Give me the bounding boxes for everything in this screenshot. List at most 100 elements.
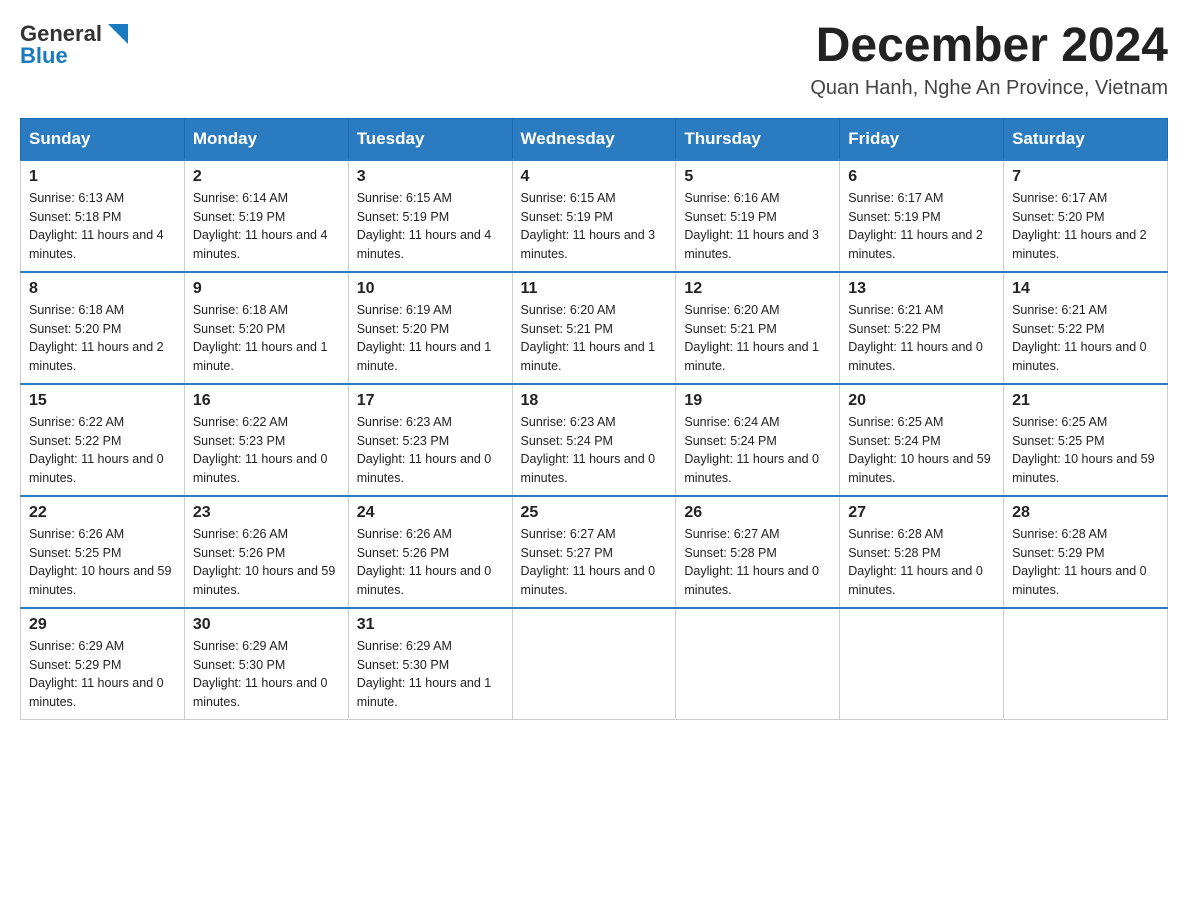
day-number: 11 bbox=[521, 280, 668, 298]
day-number: 4 bbox=[521, 168, 668, 186]
calendar-cell: 29 Sunrise: 6:29 AM Sunset: 5:29 PM Dayl… bbox=[21, 608, 185, 720]
calendar-cell: 27 Sunrise: 6:28 AM Sunset: 5:28 PM Dayl… bbox=[840, 496, 1004, 608]
calendar-cell: 1 Sunrise: 6:13 AM Sunset: 5:18 PM Dayli… bbox=[21, 160, 185, 272]
calendar-cell: 22 Sunrise: 6:26 AM Sunset: 5:25 PM Dayl… bbox=[21, 496, 185, 608]
day-info: Sunrise: 6:27 AM Sunset: 5:27 PM Dayligh… bbox=[521, 525, 668, 600]
day-info: Sunrise: 6:21 AM Sunset: 5:22 PM Dayligh… bbox=[1012, 301, 1159, 376]
day-number: 13 bbox=[848, 280, 995, 298]
day-info: Sunrise: 6:27 AM Sunset: 5:28 PM Dayligh… bbox=[684, 525, 831, 600]
day-info: Sunrise: 6:14 AM Sunset: 5:19 PM Dayligh… bbox=[193, 189, 340, 264]
day-info: Sunrise: 6:23 AM Sunset: 5:24 PM Dayligh… bbox=[521, 413, 668, 488]
col-header-friday: Friday bbox=[840, 118, 1004, 160]
day-number: 25 bbox=[521, 504, 668, 522]
day-number: 26 bbox=[684, 504, 831, 522]
day-number: 8 bbox=[29, 280, 176, 298]
day-info: Sunrise: 6:19 AM Sunset: 5:20 PM Dayligh… bbox=[357, 301, 504, 376]
day-info: Sunrise: 6:16 AM Sunset: 5:19 PM Dayligh… bbox=[684, 189, 831, 264]
calendar-cell: 18 Sunrise: 6:23 AM Sunset: 5:24 PM Dayl… bbox=[512, 384, 676, 496]
calendar-week-row: 15 Sunrise: 6:22 AM Sunset: 5:22 PM Dayl… bbox=[21, 384, 1168, 496]
day-number: 27 bbox=[848, 504, 995, 522]
col-header-thursday: Thursday bbox=[676, 118, 840, 160]
calendar-cell: 11 Sunrise: 6:20 AM Sunset: 5:21 PM Dayl… bbox=[512, 272, 676, 384]
calendar-cell: 14 Sunrise: 6:21 AM Sunset: 5:22 PM Dayl… bbox=[1004, 272, 1168, 384]
day-number: 17 bbox=[357, 392, 504, 410]
day-number: 20 bbox=[848, 392, 995, 410]
calendar-cell: 20 Sunrise: 6:25 AM Sunset: 5:24 PM Dayl… bbox=[840, 384, 1004, 496]
day-number: 24 bbox=[357, 504, 504, 522]
day-info: Sunrise: 6:18 AM Sunset: 5:20 PM Dayligh… bbox=[193, 301, 340, 376]
logo-text-blue: Blue bbox=[20, 44, 68, 68]
calendar-cell: 24 Sunrise: 6:26 AM Sunset: 5:26 PM Dayl… bbox=[348, 496, 512, 608]
day-info: Sunrise: 6:21 AM Sunset: 5:22 PM Dayligh… bbox=[848, 301, 995, 376]
calendar-cell: 5 Sunrise: 6:16 AM Sunset: 5:19 PM Dayli… bbox=[676, 160, 840, 272]
calendar-header-row: SundayMondayTuesdayWednesdayThursdayFrid… bbox=[21, 118, 1168, 160]
calendar-cell: 2 Sunrise: 6:14 AM Sunset: 5:19 PM Dayli… bbox=[184, 160, 348, 272]
day-info: Sunrise: 6:25 AM Sunset: 5:25 PM Dayligh… bbox=[1012, 413, 1159, 488]
page-header: General Blue December 2024 Quan Hanh, Ng… bbox=[20, 20, 1168, 100]
day-info: Sunrise: 6:20 AM Sunset: 5:21 PM Dayligh… bbox=[684, 301, 831, 376]
day-info: Sunrise: 6:29 AM Sunset: 5:30 PM Dayligh… bbox=[357, 637, 504, 712]
day-info: Sunrise: 6:20 AM Sunset: 5:21 PM Dayligh… bbox=[521, 301, 668, 376]
day-info: Sunrise: 6:26 AM Sunset: 5:26 PM Dayligh… bbox=[193, 525, 340, 600]
day-number: 16 bbox=[193, 392, 340, 410]
calendar-cell: 13 Sunrise: 6:21 AM Sunset: 5:22 PM Dayl… bbox=[840, 272, 1004, 384]
calendar-cell: 28 Sunrise: 6:28 AM Sunset: 5:29 PM Dayl… bbox=[1004, 496, 1168, 608]
day-number: 14 bbox=[1012, 280, 1159, 298]
day-number: 31 bbox=[357, 616, 504, 634]
calendar-cell: 30 Sunrise: 6:29 AM Sunset: 5:30 PM Dayl… bbox=[184, 608, 348, 720]
month-title: December 2024 bbox=[810, 20, 1168, 73]
day-number: 29 bbox=[29, 616, 176, 634]
day-info: Sunrise: 6:26 AM Sunset: 5:26 PM Dayligh… bbox=[357, 525, 504, 600]
day-info: Sunrise: 6:22 AM Sunset: 5:23 PM Dayligh… bbox=[193, 413, 340, 488]
day-number: 1 bbox=[29, 168, 176, 186]
day-number: 30 bbox=[193, 616, 340, 634]
col-header-sunday: Sunday bbox=[21, 118, 185, 160]
calendar-table: SundayMondayTuesdayWednesdayThursdayFrid… bbox=[20, 118, 1168, 720]
day-info: Sunrise: 6:15 AM Sunset: 5:19 PM Dayligh… bbox=[357, 189, 504, 264]
calendar-cell: 6 Sunrise: 6:17 AM Sunset: 5:19 PM Dayli… bbox=[840, 160, 1004, 272]
calendar-cell: 12 Sunrise: 6:20 AM Sunset: 5:21 PM Dayl… bbox=[676, 272, 840, 384]
day-number: 12 bbox=[684, 280, 831, 298]
day-number: 9 bbox=[193, 280, 340, 298]
day-number: 18 bbox=[521, 392, 668, 410]
day-info: Sunrise: 6:25 AM Sunset: 5:24 PM Dayligh… bbox=[848, 413, 995, 488]
calendar-week-row: 8 Sunrise: 6:18 AM Sunset: 5:20 PM Dayli… bbox=[21, 272, 1168, 384]
day-number: 23 bbox=[193, 504, 340, 522]
day-number: 15 bbox=[29, 392, 176, 410]
day-info: Sunrise: 6:29 AM Sunset: 5:29 PM Dayligh… bbox=[29, 637, 176, 712]
title-block: December 2024 Quan Hanh, Nghe An Provinc… bbox=[810, 20, 1168, 100]
col-header-saturday: Saturday bbox=[1004, 118, 1168, 160]
day-number: 7 bbox=[1012, 168, 1159, 186]
calendar-cell: 26 Sunrise: 6:27 AM Sunset: 5:28 PM Dayl… bbox=[676, 496, 840, 608]
calendar-cell: 21 Sunrise: 6:25 AM Sunset: 5:25 PM Dayl… bbox=[1004, 384, 1168, 496]
day-number: 22 bbox=[29, 504, 176, 522]
calendar-cell: 9 Sunrise: 6:18 AM Sunset: 5:20 PM Dayli… bbox=[184, 272, 348, 384]
calendar-cell: 19 Sunrise: 6:24 AM Sunset: 5:24 PM Dayl… bbox=[676, 384, 840, 496]
calendar-cell bbox=[676, 608, 840, 720]
day-info: Sunrise: 6:29 AM Sunset: 5:30 PM Dayligh… bbox=[193, 637, 340, 712]
day-info: Sunrise: 6:15 AM Sunset: 5:19 PM Dayligh… bbox=[521, 189, 668, 264]
logo: General Blue bbox=[20, 20, 132, 68]
calendar-week-row: 1 Sunrise: 6:13 AM Sunset: 5:18 PM Dayli… bbox=[21, 160, 1168, 272]
day-info: Sunrise: 6:22 AM Sunset: 5:22 PM Dayligh… bbox=[29, 413, 176, 488]
calendar-cell: 31 Sunrise: 6:29 AM Sunset: 5:30 PM Dayl… bbox=[348, 608, 512, 720]
col-header-wednesday: Wednesday bbox=[512, 118, 676, 160]
day-number: 5 bbox=[684, 168, 831, 186]
day-info: Sunrise: 6:28 AM Sunset: 5:29 PM Dayligh… bbox=[1012, 525, 1159, 600]
calendar-cell bbox=[512, 608, 676, 720]
calendar-cell: 4 Sunrise: 6:15 AM Sunset: 5:19 PM Dayli… bbox=[512, 160, 676, 272]
calendar-cell: 17 Sunrise: 6:23 AM Sunset: 5:23 PM Dayl… bbox=[348, 384, 512, 496]
calendar-cell bbox=[840, 608, 1004, 720]
day-info: Sunrise: 6:13 AM Sunset: 5:18 PM Dayligh… bbox=[29, 189, 176, 264]
day-info: Sunrise: 6:18 AM Sunset: 5:20 PM Dayligh… bbox=[29, 301, 176, 376]
calendar-week-row: 29 Sunrise: 6:29 AM Sunset: 5:29 PM Dayl… bbox=[21, 608, 1168, 720]
calendar-cell: 7 Sunrise: 6:17 AM Sunset: 5:20 PM Dayli… bbox=[1004, 160, 1168, 272]
day-info: Sunrise: 6:17 AM Sunset: 5:20 PM Dayligh… bbox=[1012, 189, 1159, 264]
calendar-cell: 15 Sunrise: 6:22 AM Sunset: 5:22 PM Dayl… bbox=[21, 384, 185, 496]
calendar-cell bbox=[1004, 608, 1168, 720]
day-info: Sunrise: 6:28 AM Sunset: 5:28 PM Dayligh… bbox=[848, 525, 995, 600]
calendar-cell: 23 Sunrise: 6:26 AM Sunset: 5:26 PM Dayl… bbox=[184, 496, 348, 608]
day-info: Sunrise: 6:26 AM Sunset: 5:25 PM Dayligh… bbox=[29, 525, 176, 600]
day-number: 6 bbox=[848, 168, 995, 186]
location-subtitle: Quan Hanh, Nghe An Province, Vietnam bbox=[810, 77, 1168, 100]
